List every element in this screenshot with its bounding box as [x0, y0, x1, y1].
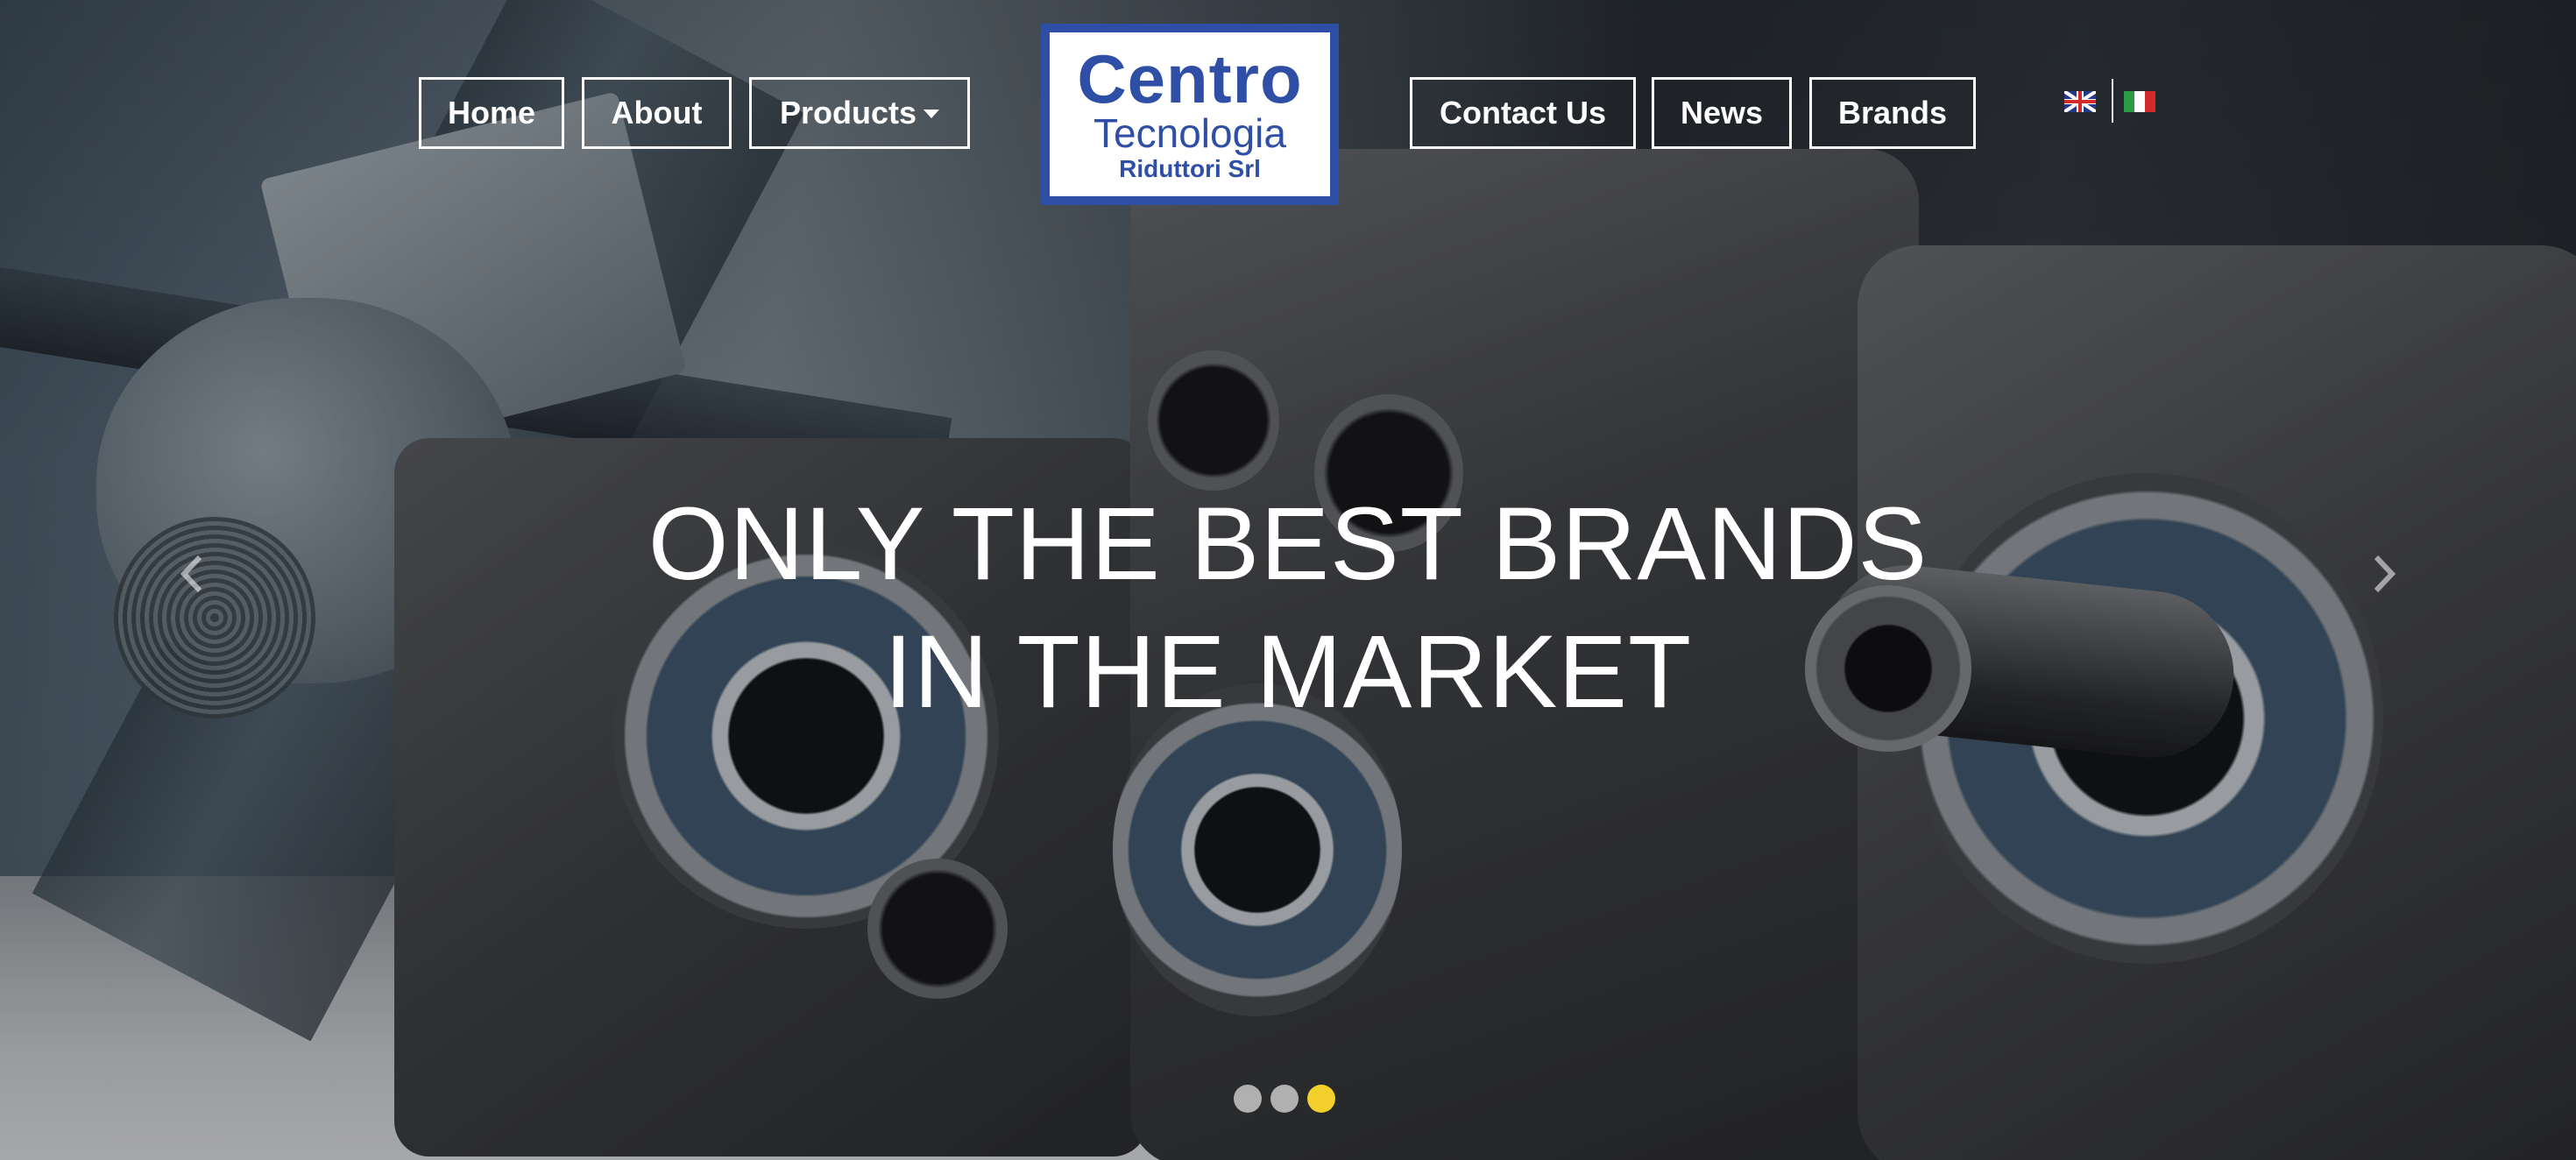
slider-dot-3[interactable]	[1307, 1085, 1335, 1113]
nav-products[interactable]: Products	[749, 77, 970, 149]
language-divider	[2112, 79, 2113, 123]
logo-line-centro: Centro	[1077, 39, 1303, 117]
logo-line-tecnologia: Tecnologia	[1093, 110, 1286, 156]
nav-news-label: News	[1680, 95, 1764, 131]
nav-about-label: About	[611, 95, 703, 131]
italy-flag-icon[interactable]	[2124, 91, 2155, 112]
nav-contact-us[interactable]: Contact Us	[1410, 77, 1636, 149]
nav-news[interactable]: News	[1652, 77, 1792, 149]
nav-about[interactable]: About	[582, 77, 732, 149]
uk-flag-icon[interactable]	[2064, 91, 2096, 112]
nav-brands[interactable]: Brands	[1809, 77, 1976, 149]
nav-home[interactable]: Home	[419, 77, 564, 149]
hero-headline-line-2: IN THE MARKET	[883, 614, 1693, 730]
slider-dot-1[interactable]	[1234, 1085, 1262, 1113]
nav-home-label: Home	[447, 95, 536, 131]
chevron-right-icon[interactable]	[2366, 552, 2401, 596]
chevron-left-icon[interactable]	[175, 552, 210, 596]
nav-products-label: Products	[779, 95, 917, 131]
slider-dot-2[interactable]	[1270, 1085, 1299, 1113]
site-logo[interactable]: Centro Tecnologia Riduttori Srl	[1041, 24, 1339, 205]
logo-line-riduttori: Riduttori Srl	[1119, 154, 1261, 182]
slider-pagination	[1234, 1085, 1335, 1113]
logo-panel: Centro Tecnologia Riduttori Srl	[1050, 32, 1330, 196]
nav-brands-label: Brands	[1837, 95, 1948, 131]
hero-headline-line-1: ONLY THE BEST BRANDS	[648, 486, 1928, 602]
nav-contact-us-label: Contact Us	[1439, 95, 1607, 131]
chevron-down-icon	[924, 110, 940, 118]
hero-headline: ONLY THE BEST BRANDS IN THE MARKET	[0, 480, 2576, 736]
